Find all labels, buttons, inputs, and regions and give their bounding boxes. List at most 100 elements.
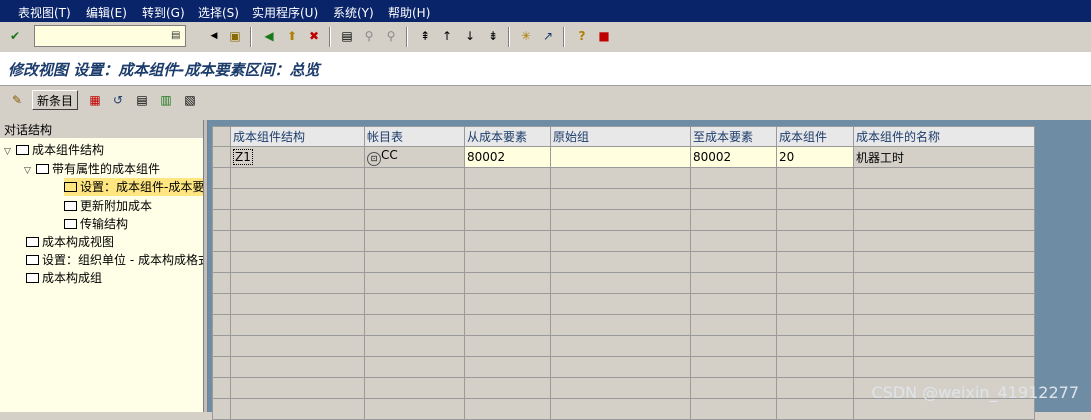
empty-cell[interactable] <box>230 167 365 189</box>
command-field[interactable]: ▤ <box>34 25 186 47</box>
row-selector[interactable] <box>212 230 231 252</box>
empty-cell[interactable] <box>776 230 854 252</box>
empty-cell[interactable] <box>230 251 365 273</box>
empty-cell[interactable] <box>550 398 691 420</box>
row-selector[interactable] <box>212 335 231 357</box>
menu-help[interactable]: 帮助(H) <box>388 4 430 21</box>
empty-cell[interactable] <box>230 209 365 231</box>
empty-cell[interactable] <box>364 377 465 399</box>
empty-cell[interactable] <box>364 272 465 294</box>
empty-cell[interactable] <box>853 209 1035 231</box>
empty-cell[interactable] <box>464 188 551 210</box>
menu-table-view[interactable]: 表视图(T) <box>18 4 71 21</box>
new-entries-button[interactable]: 新条目 <box>32 90 78 110</box>
row-selector[interactable] <box>212 272 231 294</box>
tree-node-org-unit-settings[interactable]: 设置：组织单位 - 成本构成格式 <box>26 251 203 269</box>
empty-cell[interactable] <box>690 167 777 189</box>
find-next-icon[interactable]: ⚲ <box>382 27 400 45</box>
cell-origin-group[interactable] <box>550 146 691 168</box>
empty-cell[interactable] <box>550 377 691 399</box>
empty-cell[interactable] <box>364 314 465 336</box>
empty-cell[interactable] <box>464 230 551 252</box>
empty-cell[interactable] <box>853 356 1035 378</box>
empty-cell[interactable] <box>853 272 1035 294</box>
row-selector[interactable] <box>212 377 231 399</box>
empty-cell[interactable] <box>550 356 691 378</box>
cell-cost-component-structure[interactable]: Z1 <box>230 146 365 168</box>
empty-cell[interactable] <box>853 230 1035 252</box>
empty-cell[interactable] <box>230 398 365 420</box>
empty-cell[interactable] <box>230 356 365 378</box>
tree-node-assignment-cost-element-interval[interactable]: 设置：成本组件-成本要 <box>64 178 203 196</box>
empty-cell[interactable] <box>690 356 777 378</box>
empty-cell[interactable] <box>464 356 551 378</box>
empty-cell[interactable] <box>230 272 365 294</box>
empty-cell[interactable] <box>364 167 465 189</box>
empty-cell[interactable] <box>230 335 365 357</box>
empty-cell[interactable] <box>853 251 1035 273</box>
empty-cell[interactable] <box>550 188 691 210</box>
change-display-icon[interactable]: ✎ <box>8 91 26 109</box>
empty-cell[interactable] <box>364 356 465 378</box>
empty-cell[interactable] <box>550 272 691 294</box>
empty-cell[interactable] <box>776 356 854 378</box>
empty-cell[interactable] <box>230 230 365 252</box>
select-all-rows-button[interactable] <box>212 126 231 147</box>
empty-cell[interactable] <box>776 272 854 294</box>
row-selector[interactable] <box>212 356 231 378</box>
column-header[interactable]: 帐目表 <box>364 126 465 147</box>
empty-cell[interactable] <box>464 293 551 315</box>
menu-goto[interactable]: 转到(G) <box>142 4 185 21</box>
empty-cell[interactable] <box>550 335 691 357</box>
empty-cell[interactable] <box>853 293 1035 315</box>
row-selector[interactable] <box>212 146 231 168</box>
row-selector[interactable] <box>212 188 231 210</box>
empty-cell[interactable] <box>690 335 777 357</box>
enter-check-icon[interactable]: ✔ <box>6 27 24 45</box>
empty-cell[interactable] <box>364 251 465 273</box>
new-session-icon[interactable]: ✳ <box>517 27 535 45</box>
row-selector[interactable] <box>212 209 231 231</box>
first-page-icon[interactable]: ⇞ <box>416 27 434 45</box>
empty-cell[interactable] <box>230 293 365 315</box>
empty-cell[interactable] <box>364 398 465 420</box>
tree-node-update-additive-costs[interactable]: 更新附加成本 <box>64 197 152 215</box>
tree-node-cost-component-groups[interactable]: 成本构成组 <box>26 269 102 287</box>
empty-cell[interactable] <box>853 314 1035 336</box>
select-all-icon[interactable]: ▤ <box>133 91 151 109</box>
tree-node-cost-component-structure[interactable]: ▽ 成本组件结构 <box>4 141 104 159</box>
previous-page-icon[interactable]: ↑ <box>438 27 456 45</box>
empty-cell[interactable] <box>464 398 551 420</box>
empty-cell[interactable] <box>776 314 854 336</box>
collapse-arrow-icon[interactable]: ◀ <box>205 27 223 45</box>
empty-cell[interactable] <box>776 377 854 399</box>
empty-cell[interactable] <box>364 335 465 357</box>
empty-cell[interactable] <box>853 335 1035 357</box>
empty-cell[interactable] <box>690 251 777 273</box>
empty-cell[interactable] <box>776 293 854 315</box>
empty-cell[interactable] <box>230 314 365 336</box>
cancel-icon[interactable]: ✖ <box>305 27 323 45</box>
column-header[interactable]: 成本组件 <box>776 126 854 147</box>
empty-cell[interactable] <box>364 230 465 252</box>
row-selector[interactable] <box>212 167 231 189</box>
empty-cell[interactable] <box>550 209 691 231</box>
column-header[interactable]: 成本组件结构 <box>230 126 365 147</box>
empty-cell[interactable] <box>464 167 551 189</box>
deselect-all-icon[interactable]: ▧ <box>181 91 199 109</box>
tree-node-cost-component-views[interactable]: 成本构成视图 <box>26 233 114 251</box>
empty-cell[interactable] <box>230 377 365 399</box>
cell-to-cost-element[interactable]: 80002 <box>690 146 777 168</box>
row-selector[interactable] <box>212 293 231 315</box>
empty-cell[interactable] <box>776 335 854 357</box>
empty-cell[interactable] <box>853 188 1035 210</box>
empty-cell[interactable] <box>464 251 551 273</box>
copy-as-icon[interactable]: ▦ <box>86 91 104 109</box>
dropdown-icon[interactable]: ⊡ <box>367 152 381 166</box>
row-selector[interactable] <box>212 251 231 273</box>
empty-cell[interactable] <box>776 251 854 273</box>
empty-cell[interactable] <box>690 209 777 231</box>
column-header[interactable]: 从成本要素 <box>464 126 551 147</box>
undo-change-icon[interactable]: ↺ <box>109 91 127 109</box>
save-icon[interactable]: ▣ <box>226 27 244 45</box>
